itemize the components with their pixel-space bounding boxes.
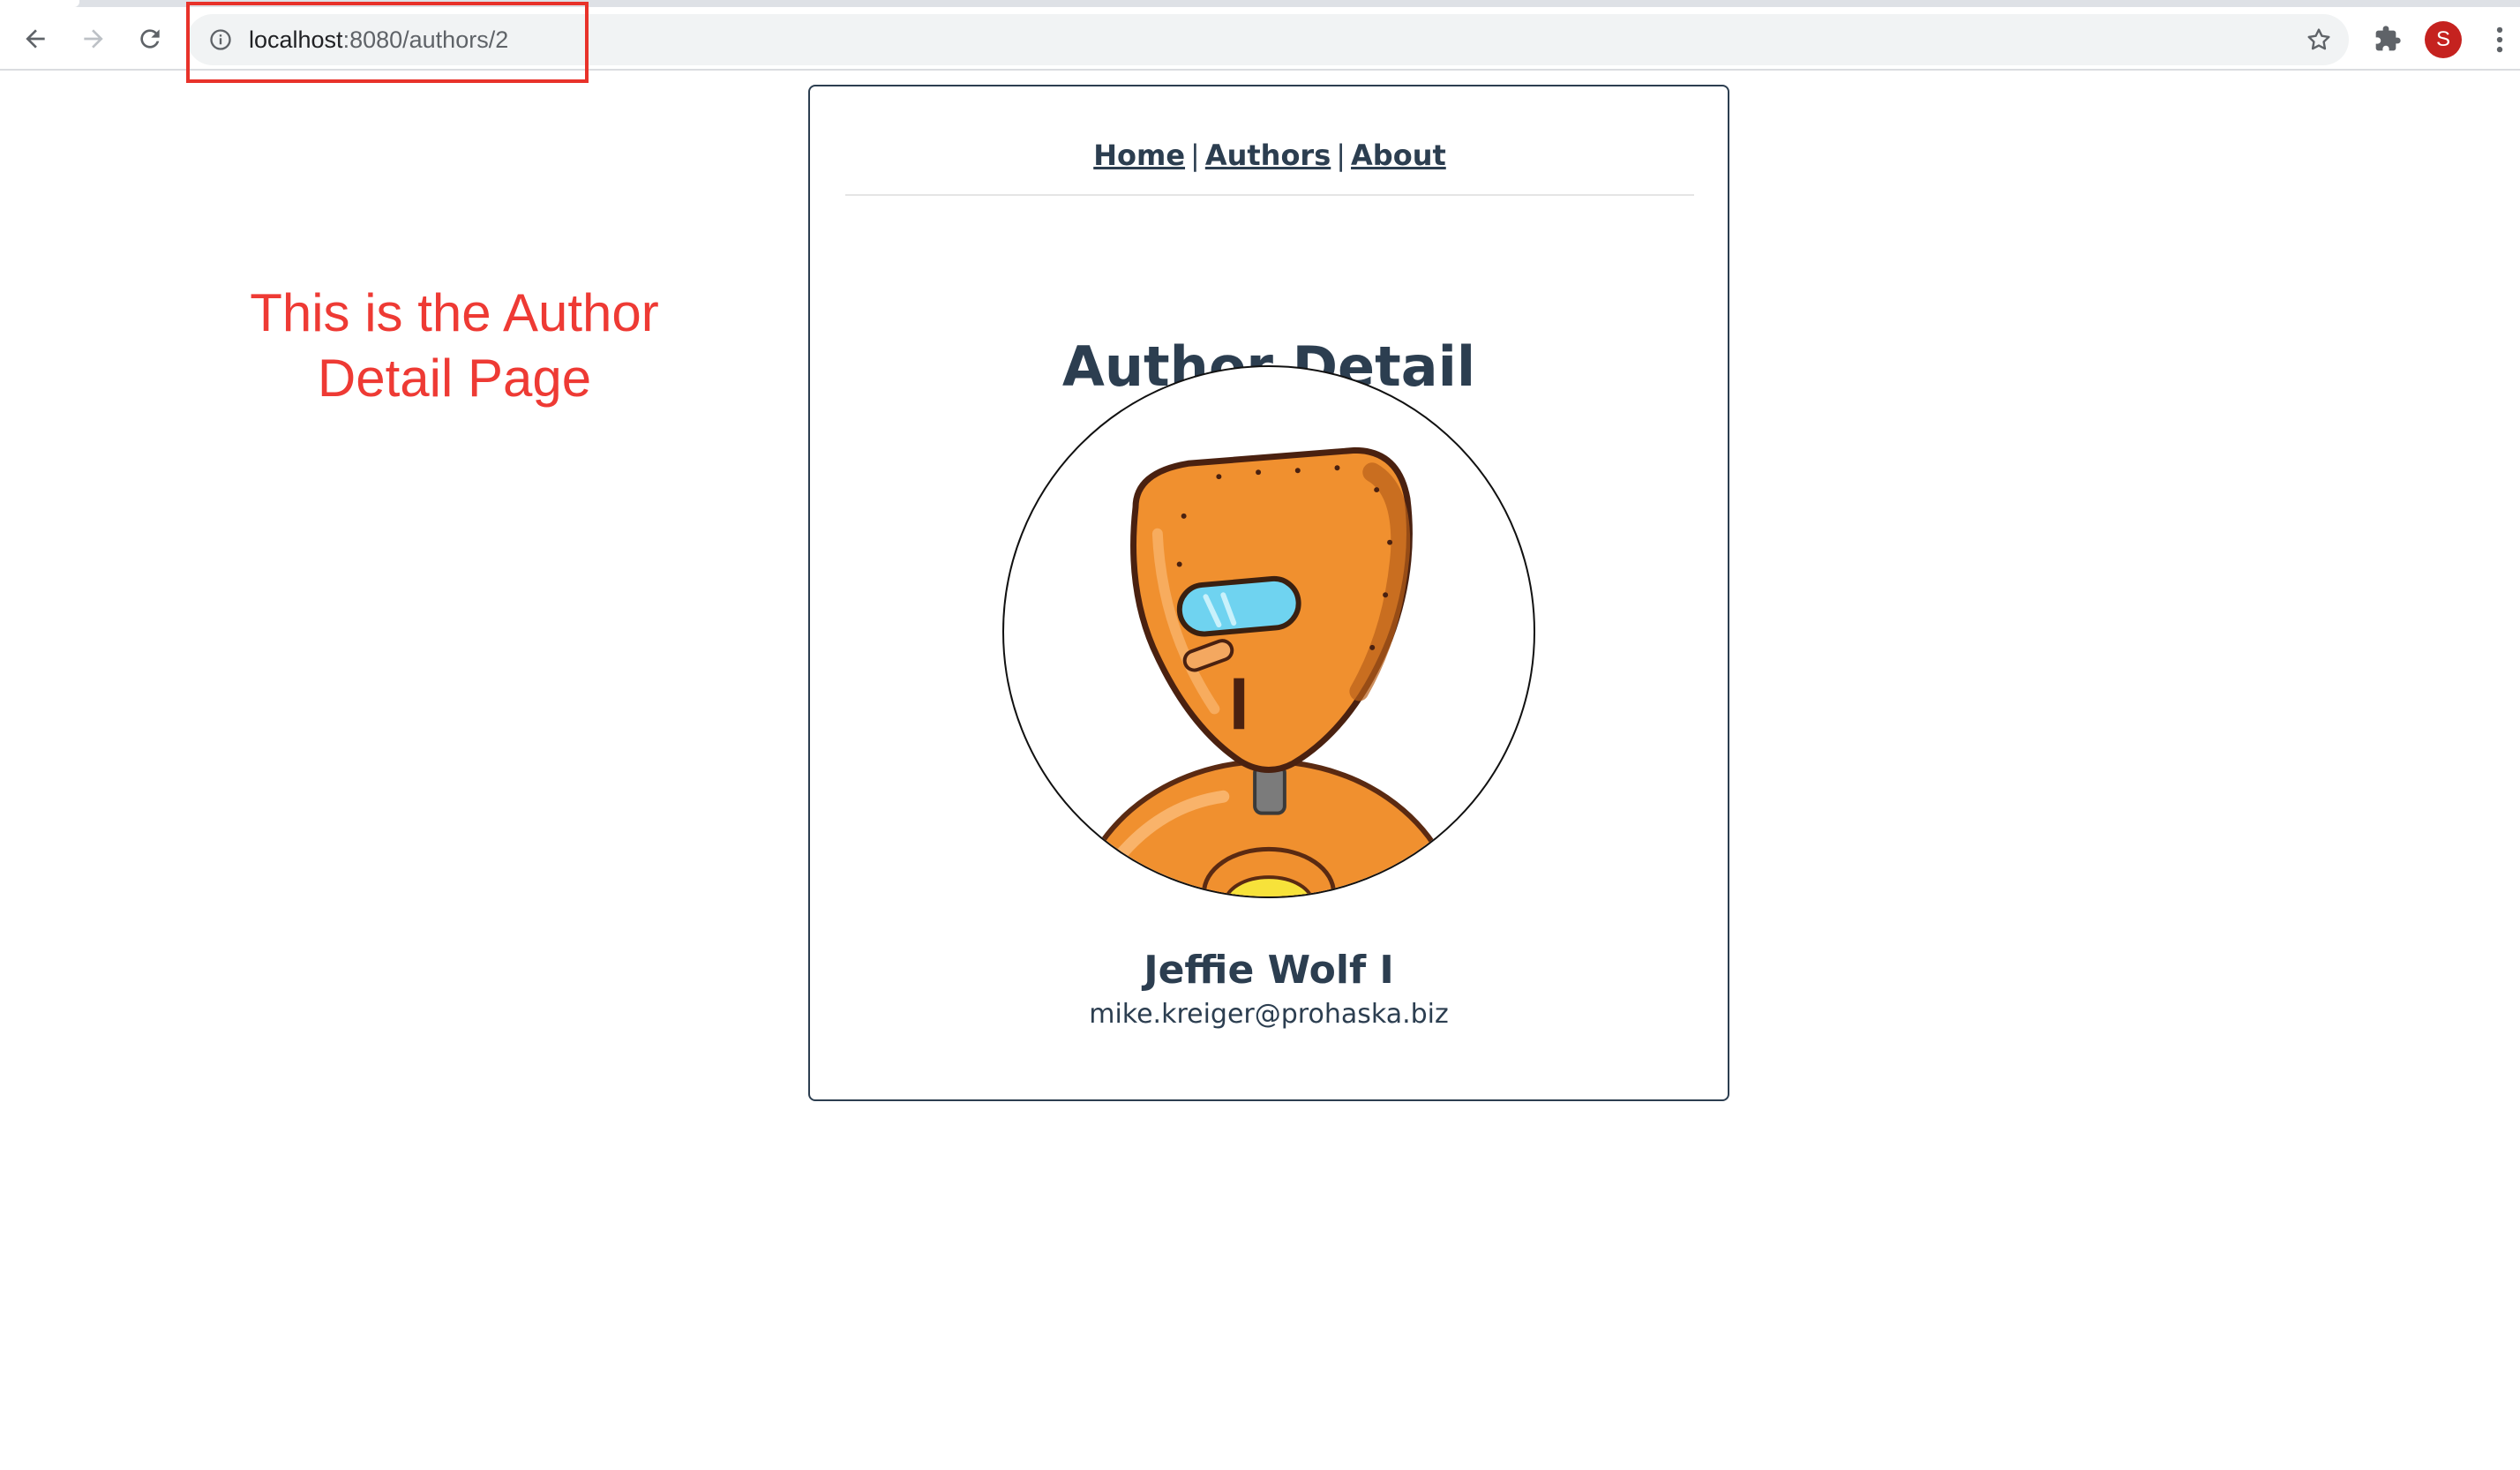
nav-separator: | [1336, 139, 1346, 172]
back-arrow-icon [26, 29, 45, 49]
annotation-line-2: Detail Page [317, 349, 592, 408]
author-name: Jeffie Wolf I [1144, 948, 1394, 993]
nav-link-home[interactable]: Home [1093, 139, 1185, 172]
nav-separator: | [1190, 139, 1200, 172]
forward-button[interactable] [74, 19, 113, 58]
profile-avatar[interactable]: S [2425, 21, 2462, 58]
reload-button[interactable] [131, 19, 169, 58]
kebab-menu-icon[interactable] [2486, 23, 2513, 56]
star-icon[interactable] [2305, 26, 2333, 54]
nav-link-authors[interactable]: Authors [1205, 139, 1331, 172]
url-highlight-box [186, 2, 589, 83]
active-tab-edge [0, 0, 79, 7]
forward-arrow-icon [84, 29, 103, 49]
annotation-note: This is the Author Detail Page [203, 281, 706, 411]
app-card: Home|Authors|About Author Detail [808, 85, 1729, 1101]
puzzle-icon[interactable] [2374, 25, 2402, 53]
reload-icon [140, 29, 160, 49]
back-button[interactable] [16, 19, 55, 58]
app-nav: Home | Authors | About [845, 131, 1694, 196]
annotation-line-1: This is the Author [250, 283, 659, 342]
nav-link-about[interactable]: About [1351, 139, 1446, 172]
robot-avatar-icon [1075, 446, 1459, 896]
author-email: mike.kreiger@prohaska.biz [1089, 999, 1449, 1030]
author-avatar [1002, 365, 1535, 898]
